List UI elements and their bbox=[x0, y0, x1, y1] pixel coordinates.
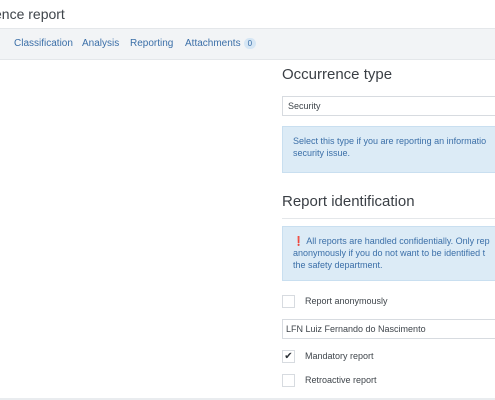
info-line: anonymously if you do not want to be ide… bbox=[293, 248, 486, 258]
exclamation-circle-icon: ❗ bbox=[293, 236, 305, 246]
page-title: ence report bbox=[0, 6, 65, 22]
help-line: security issue. bbox=[293, 148, 351, 158]
attachments-count-badge: 0 bbox=[243, 38, 257, 49]
tab-attachments[interactable]: Attachments 0 bbox=[185, 38, 257, 49]
mandatory-report-label: Mandatory report bbox=[305, 351, 374, 361]
confidentiality-info: ❗ All reports are handled confidentially… bbox=[282, 226, 495, 281]
help-line: Select this type if you are reporting an… bbox=[293, 136, 487, 146]
tab-attachments-label: Attachments bbox=[185, 38, 241, 49]
occurrence-type-help: Select this type if you are reporting an… bbox=[282, 126, 495, 173]
retroactive-report-checkbox[interactable] bbox=[282, 374, 295, 387]
info-line: the safety department. bbox=[293, 260, 383, 270]
section-divider bbox=[282, 218, 495, 219]
reporter-field[interactable]: LFN Luiz Fernando do Nascimento bbox=[282, 319, 495, 339]
tab-bar: Classification Analysis Reporting Attach… bbox=[0, 29, 495, 60]
tab-reporting[interactable]: Reporting bbox=[130, 38, 173, 49]
tab-classification[interactable]: Classification bbox=[14, 38, 73, 49]
occurrence-type-select[interactable]: Security bbox=[282, 96, 495, 116]
report-anonymously-label: Report anonymously bbox=[305, 296, 388, 306]
info-line: All reports are handled confidentially. … bbox=[306, 236, 490, 246]
tab-analysis[interactable]: Analysis bbox=[82, 38, 119, 49]
occurrence-type-heading: Occurrence type bbox=[282, 66, 393, 83]
report-identification-heading: Report identification bbox=[282, 193, 415, 210]
top-bar: ence report bbox=[0, 0, 495, 29]
report-anonymously-checkbox[interactable] bbox=[282, 295, 295, 308]
retroactive-report-label: Retroactive report bbox=[305, 375, 377, 385]
mandatory-report-checkbox[interactable]: ✔ bbox=[282, 350, 295, 363]
